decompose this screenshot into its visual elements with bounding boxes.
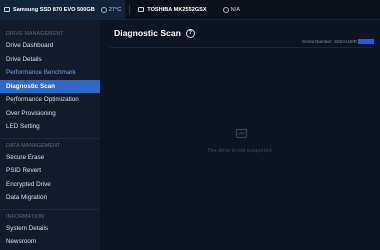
section-information: INFORMATION <box>6 213 45 220</box>
serial-number-text: Serial Number: S6ZAHJ0R <box>302 39 357 44</box>
sidebar-item-led-setting[interactable]: LED Setting <box>0 120 100 134</box>
title-divider <box>110 47 374 48</box>
sidebar-item-secure-erase[interactable]: Secure Erase <box>0 151 100 165</box>
sidebar-item-drive-dashboard[interactable]: Drive Dashboard <box>0 39 100 53</box>
sidebar-item-over-provisioning[interactable]: Over Provisioning <box>0 107 100 121</box>
drive-temperature: 27°C <box>108 6 122 13</box>
drive-name: TOSHIBA MK2552GSX <box>147 6 207 13</box>
temperature-icon <box>222 6 229 13</box>
page-title: Diagnostic Scan ? <box>114 28 195 38</box>
top-bar: Samsung SSD 870 EVO 500GB 27°C TOSHIBA M… <box>0 0 380 20</box>
serial-redaction <box>358 39 374 44</box>
sidebar-item-diagnostic-scan[interactable]: Diagnostic Scan <box>0 79 100 93</box>
drive-icon <box>138 7 145 12</box>
drive-name: Samsung SSD 870 EVO 500GB <box>13 6 95 13</box>
sidebar-item-data-migration[interactable]: Data Migration <box>0 191 100 205</box>
sidebar-item-performance-optimization[interactable]: Performance Optimization <box>0 93 100 107</box>
page-title-text: Diagnostic Scan <box>114 28 181 38</box>
sidebar-divider <box>0 208 100 210</box>
drive-tab-samsung[interactable]: Samsung SSD 870 EVO 500GB 27°C <box>0 0 126 19</box>
sidebar-item-newsroom[interactable]: Newsroom <box>0 235 100 249</box>
sidebar-item-drive-details[interactable]: Drive Details <box>0 53 100 67</box>
drive-icon <box>4 7 10 12</box>
sidebar-divider <box>0 137 100 139</box>
serial-number: Serial Number: S6ZAHJ0R <box>302 39 374 44</box>
section-drive-management: DRIVE MANAGEMENT <box>6 31 64 37</box>
sidebar-item-encrypted-drive[interactable]: Encrypted Drive <box>0 178 100 192</box>
sidebar-item-psid-revert[interactable]: PSID Revert <box>0 164 100 178</box>
drive-temperature: N/A <box>230 6 240 13</box>
main-panel: Diagnostic Scan ? Serial Number: S6ZAHJ0… <box>100 20 380 250</box>
sidebar: DRIVE MANAGEMENT Drive Dashboard Drive D… <box>0 20 100 250</box>
unsupported-drive-icon <box>236 128 248 138</box>
sidebar-item-system-details[interactable]: System Details <box>0 222 100 236</box>
drive-tab-toshiba[interactable]: TOSHIBA MK2552GSX N/A <box>134 0 244 19</box>
empty-state-message: The drive is not supported. <box>206 148 274 154</box>
section-data-management: DATA MANAGEMENT <box>6 142 61 149</box>
help-icon[interactable]: ? <box>185 28 195 38</box>
sidebar-item-performance-benchmark[interactable]: Performance Benchmark <box>0 66 100 80</box>
temperature-icon <box>100 6 107 13</box>
drive-divider <box>129 4 131 15</box>
